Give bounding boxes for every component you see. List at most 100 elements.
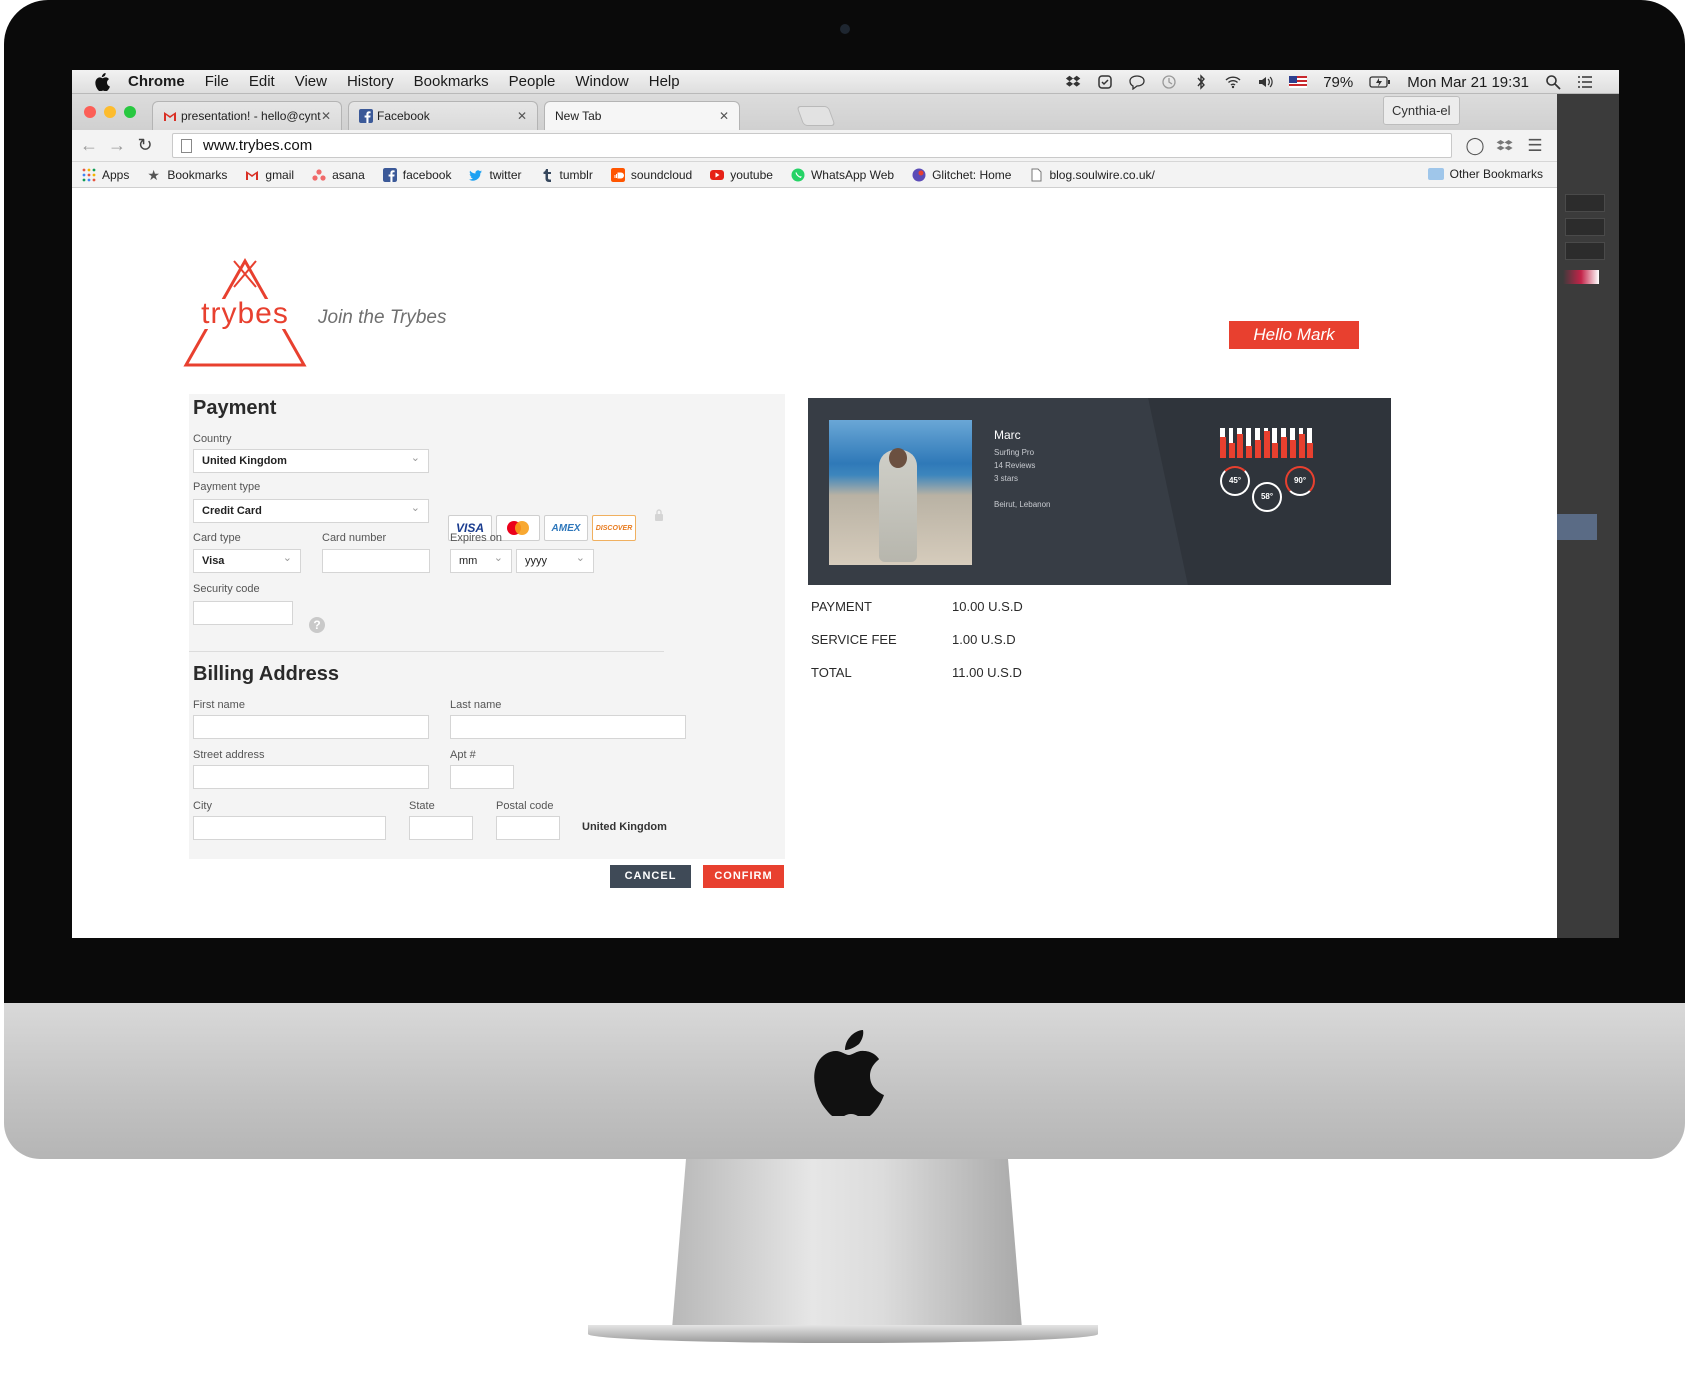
battery-percent[interactable]: 79% bbox=[1323, 74, 1353, 91]
postal-code-input[interactable] bbox=[496, 816, 560, 840]
tab-close-icon[interactable]: ✕ bbox=[517, 109, 527, 123]
bookmark-twitter[interactable]: twitter bbox=[469, 168, 522, 182]
bookmark-bookmarks[interactable]: ★ Bookmarks bbox=[147, 168, 227, 182]
reload-icon[interactable]: ↻ bbox=[136, 136, 154, 154]
help-icon[interactable]: ? bbox=[309, 617, 325, 633]
payment-heading: Payment bbox=[193, 397, 277, 419]
cancel-button[interactable]: CANCEL bbox=[610, 865, 691, 888]
menu-view[interactable]: View bbox=[295, 73, 327, 90]
menu-edit[interactable]: Edit bbox=[249, 73, 275, 90]
bookmark-facebook[interactable]: facebook bbox=[382, 167, 451, 182]
menu-bookmarks[interactable]: Bookmarks bbox=[414, 73, 489, 90]
apple-menu-icon[interactable] bbox=[94, 72, 110, 91]
tab-close-icon[interactable]: ✕ bbox=[321, 109, 331, 123]
bookmark-glitchet[interactable]: Glitchet: Home bbox=[912, 168, 1011, 182]
spotlight-search-icon[interactable] bbox=[1545, 74, 1561, 90]
trybes-logo[interactable]: trybes bbox=[180, 257, 310, 371]
menu-file[interactable]: File bbox=[205, 73, 229, 90]
checklist-icon[interactable] bbox=[1097, 74, 1113, 90]
bluetooth-icon[interactable] bbox=[1193, 74, 1209, 90]
last-name-input[interactable] bbox=[450, 715, 686, 739]
summary-payment-label: PAYMENT bbox=[811, 599, 872, 614]
menu-history[interactable]: History bbox=[347, 73, 394, 90]
mastercard-icon[interactable] bbox=[496, 515, 540, 541]
security-code-input[interactable] bbox=[193, 601, 293, 625]
gmail-icon bbox=[164, 112, 176, 121]
dropbox-icon[interactable] bbox=[1065, 74, 1081, 90]
panel-field bbox=[1565, 194, 1605, 212]
street-address-label: Street address bbox=[193, 749, 265, 761]
address-url: www.trybes.com bbox=[203, 137, 313, 154]
volume-icon[interactable] bbox=[1257, 74, 1273, 90]
bookmark-youtube[interactable]: youtube bbox=[710, 168, 773, 182]
apt-input[interactable] bbox=[450, 765, 514, 789]
street-address-input[interactable] bbox=[193, 765, 429, 789]
input-source-flag-icon[interactable] bbox=[1289, 76, 1308, 88]
tab-title: presentation! - hello@cynti bbox=[181, 109, 321, 123]
expiry-month-select[interactable]: mm bbox=[450, 547, 512, 573]
tab-close-icon[interactable]: ✕ bbox=[719, 109, 729, 123]
other-bookmarks[interactable]: Other Bookmarks bbox=[1427, 167, 1543, 181]
time-machine-icon[interactable] bbox=[1161, 74, 1177, 90]
bookmark-soulwire[interactable]: blog.soulwire.co.uk/ bbox=[1029, 168, 1155, 182]
first-name-label: First name bbox=[193, 699, 245, 711]
menu-clock[interactable]: Mon Mar 21 19:31 bbox=[1407, 74, 1529, 91]
city-input[interactable] bbox=[193, 816, 386, 840]
forward-arrow-icon[interactable]: → bbox=[108, 136, 126, 154]
menu-app-name[interactable]: Chrome bbox=[128, 73, 185, 90]
back-arrow-icon[interactable]: ← bbox=[80, 136, 98, 154]
bookmark-apps[interactable]: Apps bbox=[82, 168, 129, 182]
folder-icon bbox=[1427, 168, 1444, 180]
summary-fee-value: 1.00 U.S.D bbox=[952, 632, 1016, 647]
bookmark-asana[interactable]: asana bbox=[312, 168, 365, 182]
tumblr-icon bbox=[543, 168, 551, 182]
bookmark-label: Bookmarks bbox=[167, 167, 228, 182]
chat-bubble-icon[interactable] bbox=[1129, 74, 1145, 90]
country-select[interactable]: United Kingdom bbox=[193, 447, 429, 473]
trybes-payment-page: trybes Join the Trybes Hello Mark Paymen… bbox=[72, 189, 1557, 938]
menu-people[interactable]: People bbox=[509, 73, 556, 90]
window-minimize-icon[interactable] bbox=[104, 106, 116, 118]
tab-new-tab[interactable]: New Tab ✕ bbox=[544, 101, 740, 130]
opera-extension-icon[interactable]: ◯ bbox=[1465, 136, 1485, 156]
new-tab-button[interactable] bbox=[796, 106, 836, 126]
confirm-button[interactable]: CONFIRM bbox=[703, 865, 784, 888]
wifi-icon[interactable] bbox=[1225, 74, 1241, 90]
notification-center-icon[interactable] bbox=[1577, 74, 1593, 90]
state-input[interactable] bbox=[409, 816, 473, 840]
expiry-year-select[interactable]: yyyy bbox=[516, 547, 594, 573]
card-number-input[interactable] bbox=[322, 549, 430, 573]
discover-card-icon[interactable]: DISCOVER bbox=[592, 515, 636, 541]
bookmark-whatsapp[interactable]: WhatsApp Web bbox=[791, 168, 894, 182]
card-type-select[interactable]: Visa bbox=[193, 547, 301, 573]
address-bar[interactable]: www.trybes.com bbox=[172, 133, 1452, 158]
soundcloud-icon bbox=[610, 167, 625, 182]
skill-bar-fill bbox=[1237, 434, 1244, 458]
bookmark-tumblr[interactable]: tumblr bbox=[540, 168, 593, 182]
skill-bar-fill bbox=[1272, 443, 1279, 458]
menu-help[interactable]: Help bbox=[649, 73, 680, 90]
bookmarks-bar: Apps ★ Bookmarks gmail asana facebook tw… bbox=[72, 162, 1557, 188]
bookmark-gmail[interactable]: gmail bbox=[245, 168, 294, 182]
twitter-icon bbox=[469, 169, 483, 181]
dropbox-extension-icon[interactable] bbox=[1495, 136, 1515, 156]
battery-icon[interactable] bbox=[1369, 74, 1391, 90]
menu-window[interactable]: Window bbox=[575, 73, 628, 90]
payment-type-select[interactable]: Credit Card bbox=[193, 497, 429, 523]
bookmark-soundcloud[interactable]: soundcloud bbox=[610, 167, 692, 182]
profile-button[interactable]: Cynthia-el bbox=[1383, 96, 1460, 125]
amex-card-icon[interactable]: AMEX bbox=[544, 515, 588, 541]
greeting-button[interactable]: Hello Mark bbox=[1229, 321, 1359, 349]
summary-total-label: TOTAL bbox=[811, 665, 852, 680]
first-name-input[interactable] bbox=[193, 715, 429, 739]
tab-gmail[interactable]: presentation! - hello@cynti ✕ bbox=[152, 101, 342, 130]
status-area: 79% Mon Mar 21 19:31 bbox=[1065, 70, 1593, 94]
payment-type-label: Payment type bbox=[193, 481, 261, 493]
skill-bar-fill bbox=[1307, 443, 1314, 458]
skill-bar-fill bbox=[1289, 440, 1296, 458]
chrome-menu-icon[interactable]: ☰ bbox=[1525, 136, 1545, 156]
tab-facebook[interactable]: Facebook ✕ bbox=[348, 101, 538, 130]
browser-toolbar: ← → ↻ www.trybes.com ◯ ☰ bbox=[72, 130, 1557, 162]
window-zoom-icon[interactable] bbox=[124, 106, 136, 118]
window-close-icon[interactable] bbox=[84, 106, 96, 118]
